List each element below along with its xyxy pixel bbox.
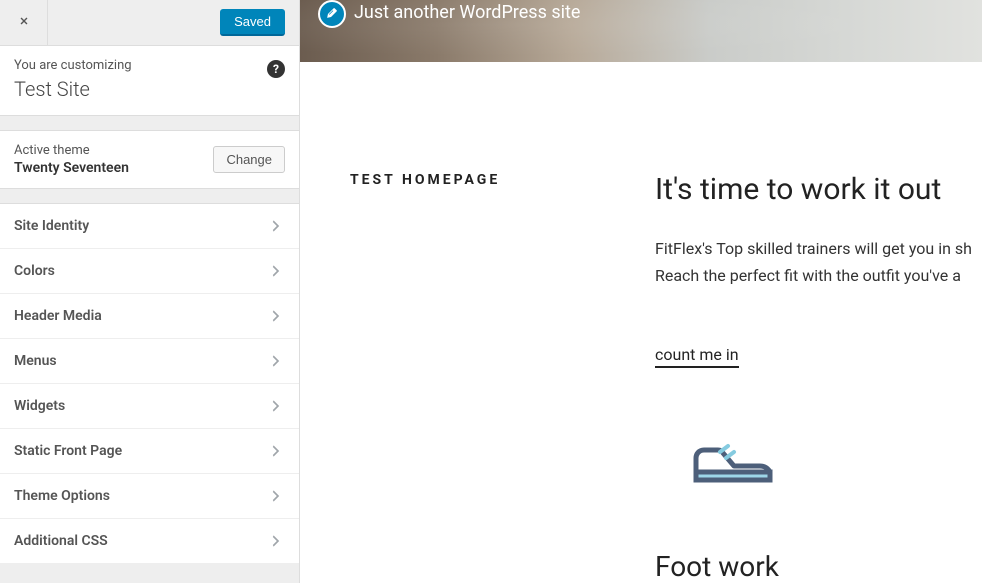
menu-item-label: Theme Options <box>14 488 110 504</box>
section-body: FitFlex's Top skilled trainers will get … <box>655 235 982 289</box>
chevron-right-icon <box>267 487 285 505</box>
menu-item-widgets[interactable]: Widgets <box>0 384 299 429</box>
menu-item-label: Menus <box>14 353 57 369</box>
spacer <box>0 189 299 203</box>
chevron-right-icon <box>267 397 285 415</box>
hero-header: Just another WordPress site <box>300 0 982 62</box>
edit-shortcut-button[interactable] <box>318 0 346 28</box>
chevron-right-icon <box>267 352 285 370</box>
chevron-right-icon <box>267 307 285 325</box>
chevron-right-icon <box>267 262 285 280</box>
menu-item-additional-css[interactable]: Additional CSS <box>0 519 299 564</box>
menu-item-site-identity[interactable]: Site Identity <box>0 203 299 249</box>
foot-work-heading: Foot work <box>655 550 982 583</box>
menu-item-label: Widgets <box>14 398 65 414</box>
menu-item-label: Static Front Page <box>14 443 122 459</box>
body-line-2: Reach the perfect fit with the outfit yo… <box>655 266 961 285</box>
active-theme-name: Twenty Seventeen <box>14 160 129 176</box>
site-tagline: Just another WordPress site <box>354 2 580 23</box>
active-theme-row: Active theme Twenty Seventeen Change <box>0 130 299 189</box>
change-theme-button[interactable]: Change <box>213 146 285 173</box>
spacer <box>0 116 299 130</box>
menu-item-theme-options[interactable]: Theme Options <box>0 474 299 519</box>
section-headline: It's time to work it out <box>655 172 982 207</box>
page-title-label: TEST HOMEPAGE <box>350 172 610 188</box>
chevron-right-icon <box>267 442 285 460</box>
menu-item-header-media[interactable]: Header Media <box>0 294 299 339</box>
menu-item-label: Site Identity <box>14 218 89 234</box>
chevron-right-icon <box>267 532 285 550</box>
pencil-icon <box>325 5 339 24</box>
saved-button[interactable]: Saved <box>220 9 285 36</box>
sidebar-header: Saved <box>0 0 299 46</box>
content-left: TEST HOMEPAGE <box>350 172 610 583</box>
close-button[interactable] <box>0 0 48 46</box>
help-icon[interactable]: ? <box>267 60 285 78</box>
menu-item-menus[interactable]: Menus <box>0 339 299 384</box>
customizer-app: Saved You are customizing Test Site ? Ac… <box>0 0 982 583</box>
menu-list: Site Identity Colors Header Media Menus … <box>0 203 299 564</box>
cta-link[interactable]: count me in <box>655 345 739 368</box>
menu-item-label: Additional CSS <box>14 533 108 549</box>
customizer-sidebar: Saved You are customizing Test Site ? Ac… <box>0 0 300 583</box>
menu-item-colors[interactable]: Colors <box>0 249 299 294</box>
site-title: Test Site <box>14 77 285 101</box>
preview-content: TEST HOMEPAGE It's time to work it out F… <box>300 62 982 583</box>
menu-item-static-front-page[interactable]: Static Front Page <box>0 429 299 474</box>
shoe-illustration <box>690 428 982 490</box>
menu-item-label: Colors <box>14 263 55 279</box>
customizing-label: You are customizing <box>14 58 285 73</box>
customizing-panel: You are customizing Test Site ? <box>0 46 299 116</box>
menu-item-label: Header Media <box>14 308 102 324</box>
preview-pane: Just another WordPress site TEST HOMEPAG… <box>300 0 982 583</box>
shoe-icon <box>690 471 776 490</box>
content-right: It's time to work it out FitFlex's Top s… <box>610 172 982 583</box>
active-theme-label: Active theme <box>14 143 129 158</box>
theme-meta: Active theme Twenty Seventeen <box>14 143 129 176</box>
close-icon <box>17 13 31 32</box>
chevron-right-icon <box>267 217 285 235</box>
body-line-1: FitFlex's Top skilled trainers will get … <box>655 239 972 258</box>
